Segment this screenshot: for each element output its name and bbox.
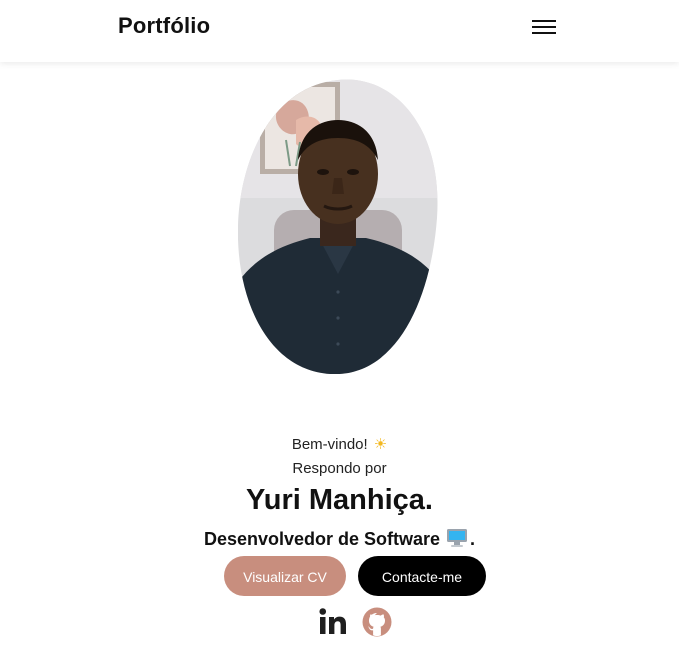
role: Desenvolvedor de Software. (0, 528, 679, 550)
greeting: Bem-vindo! ☀ (0, 435, 679, 453)
sun-emoji: ☀ (373, 436, 388, 453)
menu-line (532, 32, 556, 34)
greeting-text: Bem-vindo! (291, 436, 368, 453)
computer-emoji (447, 529, 468, 547)
intro-text: Respondo por (292, 460, 387, 477)
brand-title[interactable]: Portfólio (118, 13, 210, 39)
role-text: Desenvolvedor de Software (203, 529, 441, 549)
contact-button[interactable]: Contacte-me (358, 556, 486, 596)
full-name: Yuri Manhiça. (246, 484, 433, 516)
view-cv-button[interactable]: Visualizar CV (224, 556, 346, 596)
menu-line (532, 26, 556, 28)
profile-photo (238, 79, 438, 374)
hamburger-menu-icon[interactable] (528, 16, 560, 38)
github-icon[interactable] (361, 606, 393, 638)
menu-line (532, 20, 556, 22)
role-suffix: . (470, 529, 476, 549)
linkedin-icon[interactable] (317, 606, 349, 638)
navbar: Portfólio (0, 0, 679, 62)
